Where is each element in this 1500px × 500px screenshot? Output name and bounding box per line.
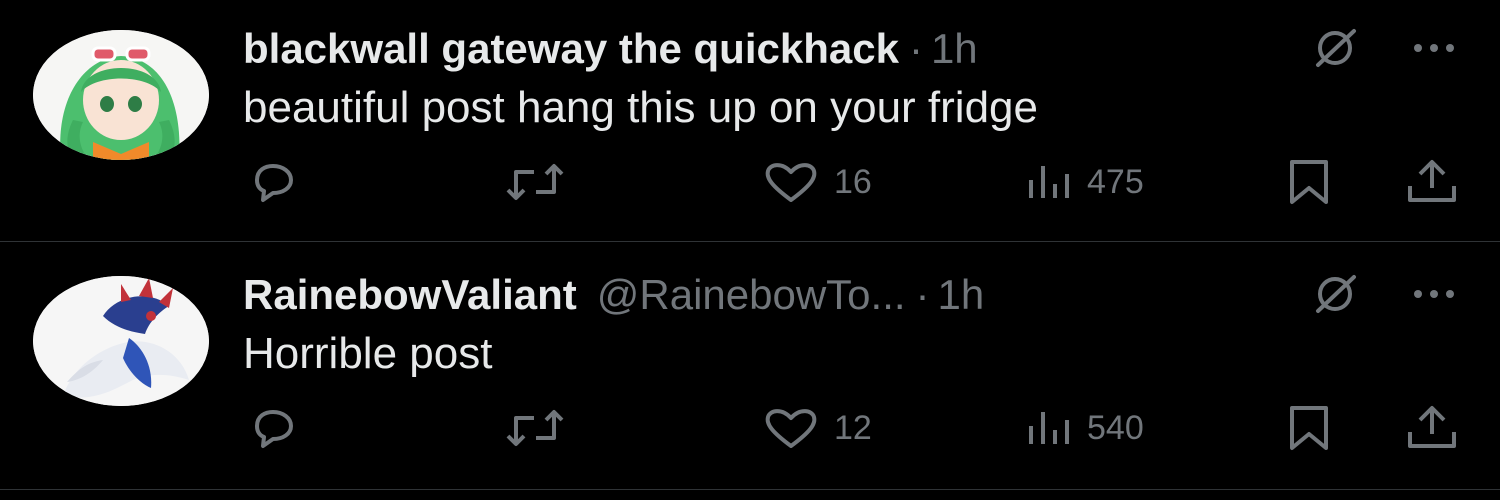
- anime-avatar-icon: [33, 30, 209, 160]
- post[interactable]: blackwall gateway the quickhack · 1h bea…: [0, 0, 1500, 242]
- grok-button[interactable]: [1306, 28, 1364, 68]
- repost-button[interactable]: [500, 404, 570, 452]
- creature-avatar-icon: [33, 276, 209, 406]
- avatar[interactable]: [33, 276, 209, 406]
- display-name[interactable]: RainebowValiant: [243, 270, 577, 320]
- more-button[interactable]: [1404, 28, 1464, 68]
- more-button[interactable]: [1404, 274, 1464, 314]
- grok-icon: [1316, 29, 1356, 67]
- views-button[interactable]: 540: [1025, 404, 1144, 452]
- bookmark-icon: [1290, 160, 1328, 204]
- views-icon: [1029, 166, 1069, 198]
- bookmark-button[interactable]: [1284, 404, 1334, 452]
- timestamp[interactable]: 1h: [938, 270, 985, 320]
- timestamp[interactable]: 1h: [931, 24, 978, 74]
- post-text: Horrible post: [243, 329, 493, 378]
- reply-icon: [255, 410, 293, 448]
- grok-icon: [1316, 275, 1356, 313]
- view-count: 475: [1087, 163, 1144, 201]
- reply-button[interactable]: [245, 404, 301, 452]
- like-button[interactable]: 16: [762, 158, 872, 206]
- post-header: RainebowValiant @RainebowTo... · 1h: [243, 270, 1460, 320]
- more-icon: [1414, 44, 1454, 52]
- avatar[interactable]: [33, 30, 209, 160]
- post[interactable]: RainebowValiant @RainebowTo... · 1h Horr…: [0, 242, 1500, 490]
- like-button[interactable]: 12: [762, 404, 872, 452]
- share-button[interactable]: [1404, 158, 1460, 206]
- reply-button[interactable]: [245, 158, 301, 206]
- share-button[interactable]: [1404, 404, 1460, 452]
- bookmark-icon: [1290, 406, 1328, 450]
- view-count: 540: [1087, 409, 1144, 447]
- grok-button[interactable]: [1306, 274, 1364, 314]
- display-name[interactable]: blackwall gateway the quickhack: [243, 24, 899, 74]
- like-count: 16: [834, 163, 872, 201]
- more-icon: [1414, 290, 1454, 298]
- share-icon: [1408, 406, 1456, 448]
- repost-button[interactable]: [500, 158, 570, 206]
- heart-icon: [765, 409, 817, 448]
- reply-feed: blackwall gateway the quickhack · 1h bea…: [0, 0, 1500, 500]
- handle[interactable]: @RainebowTo...: [597, 270, 906, 320]
- repost-icon: [506, 410, 564, 446]
- heart-icon: [765, 163, 817, 202]
- post-header: blackwall gateway the quickhack · 1h: [243, 24, 1460, 74]
- views-icon: [1029, 412, 1069, 444]
- reply-icon: [255, 164, 293, 202]
- share-icon: [1408, 160, 1456, 202]
- separator-dot: ·: [908, 25, 923, 72]
- bookmark-button[interactable]: [1284, 158, 1334, 206]
- views-button[interactable]: 475: [1025, 158, 1144, 206]
- separator-dot: ·: [915, 271, 930, 318]
- post-text: beautiful post hang this up on your frid…: [243, 83, 1038, 132]
- like-count: 12: [834, 409, 872, 447]
- repost-icon: [506, 164, 564, 200]
